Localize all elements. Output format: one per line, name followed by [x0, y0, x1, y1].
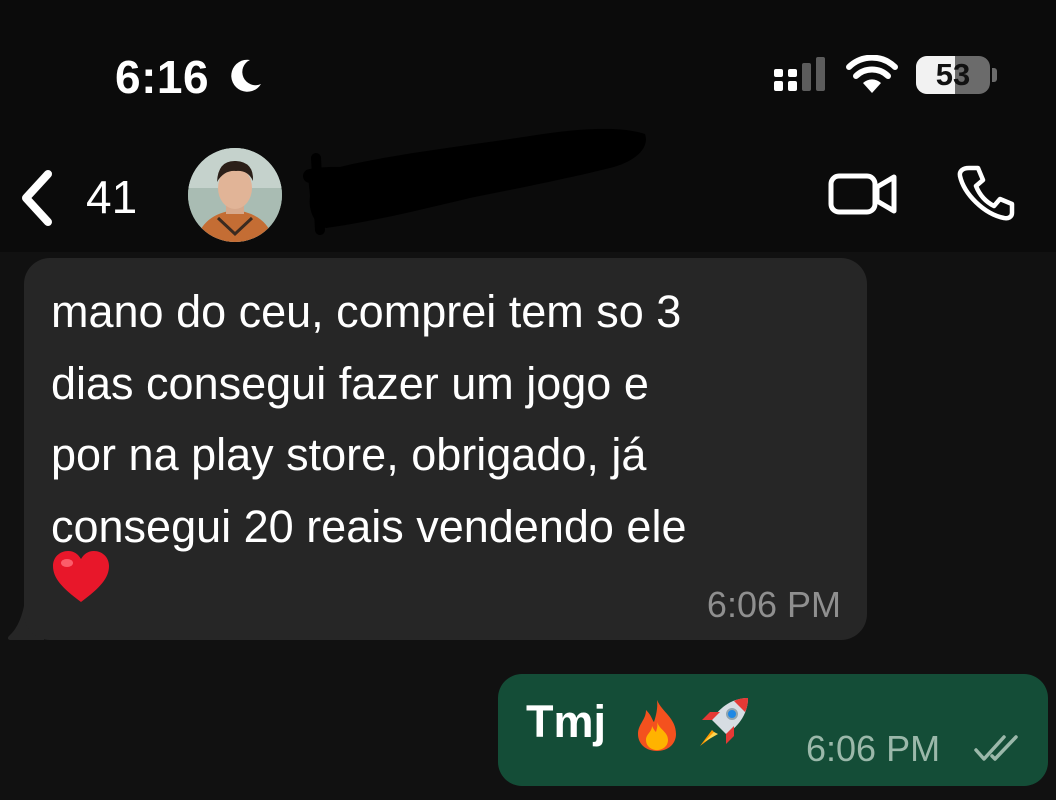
- read-receipt-icon: [974, 735, 1018, 761]
- outgoing-message-time: 6:06 PM: [806, 728, 941, 769]
- incoming-message-text: mano do ceu, comprei tem so 3 dias conse…: [51, 286, 687, 552]
- battery-percent: 53: [935, 57, 971, 92]
- wifi-icon: [846, 55, 898, 93]
- phone-icon[interactable]: [956, 162, 1016, 222]
- message-list[interactable]: mano do ceu, comprei tem so 3 dias conse…: [0, 252, 1056, 800]
- outgoing-message-bubble[interactable]: Tmj 6:06 PM: [498, 674, 1048, 786]
- battery-cap: [992, 68, 997, 82]
- video-call-icon[interactable]: [828, 170, 898, 218]
- chat-header: 41: [0, 128, 1056, 252]
- unread-count: 41: [86, 171, 138, 223]
- heart-emoji: [53, 551, 109, 602]
- cellular-signal-icon: [774, 57, 825, 91]
- back-button[interactable]: 41: [14, 162, 154, 228]
- incoming-message-bubble[interactable]: mano do ceu, comprei tem so 3 dias conse…: [24, 258, 867, 640]
- status-time: 6:16: [115, 51, 210, 103]
- contact-avatar[interactable]: [188, 148, 282, 242]
- contact-name-redacted: [303, 128, 646, 235]
- moon-icon: [231, 59, 261, 92]
- rocket-emoji: [700, 698, 748, 746]
- fire-emoji: [638, 700, 676, 751]
- incoming-message-time: 6:06 PM: [706, 584, 841, 625]
- battery-icon: 53: [916, 56, 990, 94]
- outgoing-message-text: Tmj: [526, 696, 607, 747]
- back-chevron-icon: [22, 170, 52, 226]
- avatar-photo: [188, 148, 282, 242]
